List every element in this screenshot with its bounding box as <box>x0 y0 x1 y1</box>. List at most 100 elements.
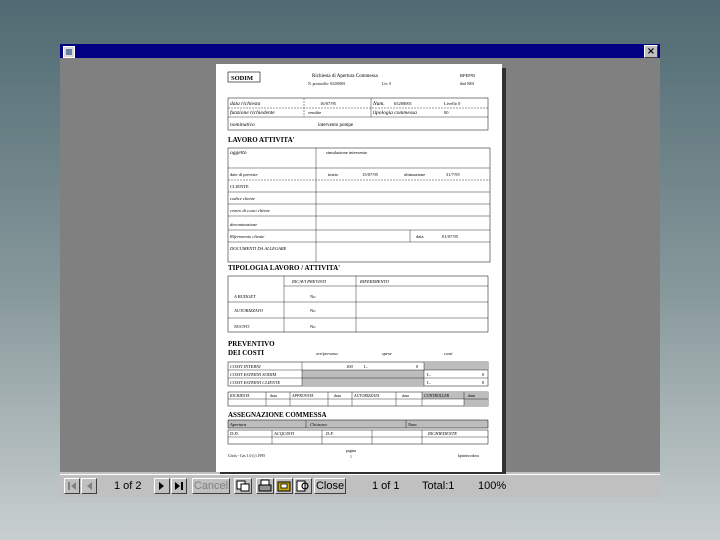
row-budget-label: A BUDGET <box>233 294 256 299</box>
search-icon <box>296 480 309 492</box>
costi-cliente-currency: L. <box>427 380 431 385</box>
header-level: Liv: 0 <box>382 82 391 86</box>
livello-value: Livello 0 <box>444 101 461 106</box>
oggetto-label: oggetto <box>230 150 247 156</box>
header-protocol: N. protocollo: 65200001 <box>308 82 346 86</box>
apertura-label: Apertura <box>229 422 247 427</box>
footer-left: Citrix - Cas 1.0 (c) 1995 <box>228 454 265 458</box>
costi-interni-label: COSTI INTERNI <box>230 364 261 369</box>
funzione-label: funzione richiedente <box>230 109 275 116</box>
data-richiesta-label: data richiesta <box>230 101 261 107</box>
tipologia-label: tipologia commessa <box>373 110 417 116</box>
print-icon <box>258 479 272 492</box>
sign-data-2: data <box>334 393 341 398</box>
first-page-button[interactable] <box>64 478 80 494</box>
row-nuovo-value: No <box>310 324 316 329</box>
total-records: Total:1 <box>422 480 455 492</box>
row-nuovo-label: NUOVO <box>233 324 250 329</box>
zoom-level[interactable]: 100% <box>478 480 506 492</box>
costi-interni-amount: 0 <box>416 364 419 369</box>
sign-controller: CONTROLLER <box>424 393 450 398</box>
document-form: SODIM Richiesta di Apertura Commessa RPE… <box>227 71 491 459</box>
nominativo-value: intervento pompe <box>318 123 354 128</box>
col-ore-label: ore/persona <box>316 351 338 356</box>
report-page: SODIM Richiesta di Apertura Commessa RPE… <box>216 64 502 472</box>
header-ref: ibid 0001 <box>460 82 475 86</box>
ricavi-label: RICAVI PREVISTI <box>291 279 326 284</box>
export-icon <box>236 480 250 492</box>
header-number: RPEP95 <box>460 73 476 78</box>
sign-data-1: data <box>270 393 277 398</box>
sign-data-3: data <box>402 393 409 398</box>
tipologia-title: TIPOLOGIA LAVORO / ATTIVITA' <box>228 264 340 272</box>
footer-page-label: pagina <box>346 449 356 453</box>
chiusura-label: Chiusura <box>310 422 328 427</box>
costi-interni-value: 100 <box>346 364 354 369</box>
centro-costo-label: centro di costo cliente <box>230 208 270 213</box>
data-value: 01/07/95 <box>442 234 459 239</box>
search-button[interactable] <box>294 478 312 494</box>
riferimento-cliente-label: Riferimento cliente <box>229 234 264 239</box>
footer-right: kprintwodocu <box>458 454 479 458</box>
num2-label: Num. <box>407 422 418 427</box>
denominazione-label: denominazione <box>230 222 257 227</box>
funzione-value: vendite <box>308 110 321 115</box>
footer-page-number: 1 <box>350 455 352 459</box>
system-menu-icon[interactable] <box>63 46 75 58</box>
report-viewport[interactable]: SODIM Richiesta di Apertura Commessa RPE… <box>60 58 660 472</box>
company-logo: SODIM <box>231 75 253 82</box>
tipologia-value: 00 <box>444 110 449 115</box>
preventivo-title-1: PREVENTIVO <box>228 340 275 348</box>
costi-interni-currency: L. <box>364 364 368 369</box>
date-previste-label: date di previste <box>230 172 258 177</box>
page-indicator: 1 of 2 <box>114 480 142 492</box>
toolbar: 1 of 2 Cancel Close 1 of 1 Total:1 100% <box>60 474 660 497</box>
costi-cliente-label: COSTI ESTERNI CLIENTE <box>230 380 281 385</box>
costi-sodim-currency: L. <box>427 372 431 377</box>
header-title: Richiesta di Apertura Commessa <box>312 74 378 79</box>
ultimazione-value: 31/7/95 <box>446 172 461 177</box>
cancel-button[interactable]: Cancel <box>192 478 230 494</box>
export-button[interactable] <box>234 478 252 494</box>
next-page-button[interactable] <box>154 478 170 494</box>
next-page-icon <box>159 482 164 490</box>
first-page-icon <box>68 482 76 490</box>
cliente-label: CLIENTE <box>230 184 249 189</box>
prev-page-icon <box>87 482 92 490</box>
costi-cliente-amount: 0 <box>482 380 485 385</box>
data-richiesta-value: 16/07/95 <box>320 101 337 106</box>
ultimazione-label: ultimazione <box>404 172 425 177</box>
col-spese-label: spese <box>382 351 392 356</box>
sign-approvata: APPROVATA <box>291 393 314 398</box>
inizio-value: 15/07/95 <box>362 172 379 177</box>
print-button[interactable] <box>256 478 274 494</box>
record-indicator: 1 of 1 <box>372 480 400 492</box>
print-setup-button[interactable] <box>275 478 293 494</box>
title-bar: × <box>60 44 660 58</box>
dd-label: D.D. <box>229 431 239 436</box>
num-value: 65200001 <box>394 101 412 106</box>
riferimento-col-label: RIFERIMENTO <box>359 279 390 284</box>
num-label: Num. <box>372 101 385 107</box>
report-viewer-window: × SODIM Richiesta di Apertura Commessa R… <box>60 44 660 497</box>
sign-data-4: data <box>468 393 475 398</box>
last-page-button[interactable] <box>171 478 187 494</box>
nominativo-label: nominativo <box>230 122 255 128</box>
print-setup-icon <box>277 481 291 492</box>
sign-autorizzata: AUTORIZZATA <box>353 393 380 398</box>
lavoro-title: LAVORO ATTIVITA' <box>228 136 295 144</box>
last-page-icon <box>175 482 183 490</box>
close-button[interactable]: Close <box>314 478 346 494</box>
df-label: D.F. <box>325 431 334 436</box>
prev-page-button[interactable] <box>81 478 97 494</box>
data-label: data <box>416 234 424 239</box>
row-budget-value: No <box>310 294 316 299</box>
assegnazione-title: ASSEGNAZIONE COMMESSA <box>228 411 327 419</box>
codice-cliente-label: codice cliente <box>230 196 255 201</box>
costi-sodim-label: COSTI ESTERNI SODIM <box>230 372 276 377</box>
documenti-label: DOCUMENTI DA ALLEGARE <box>229 246 287 251</box>
acquisti-label: ACQUISTI <box>273 431 295 436</box>
window-close-button[interactable]: × <box>644 45 658 58</box>
costi-sodim-amount: 0 <box>482 372 485 377</box>
preventivo-title-2: DEI COSTI <box>228 349 264 357</box>
